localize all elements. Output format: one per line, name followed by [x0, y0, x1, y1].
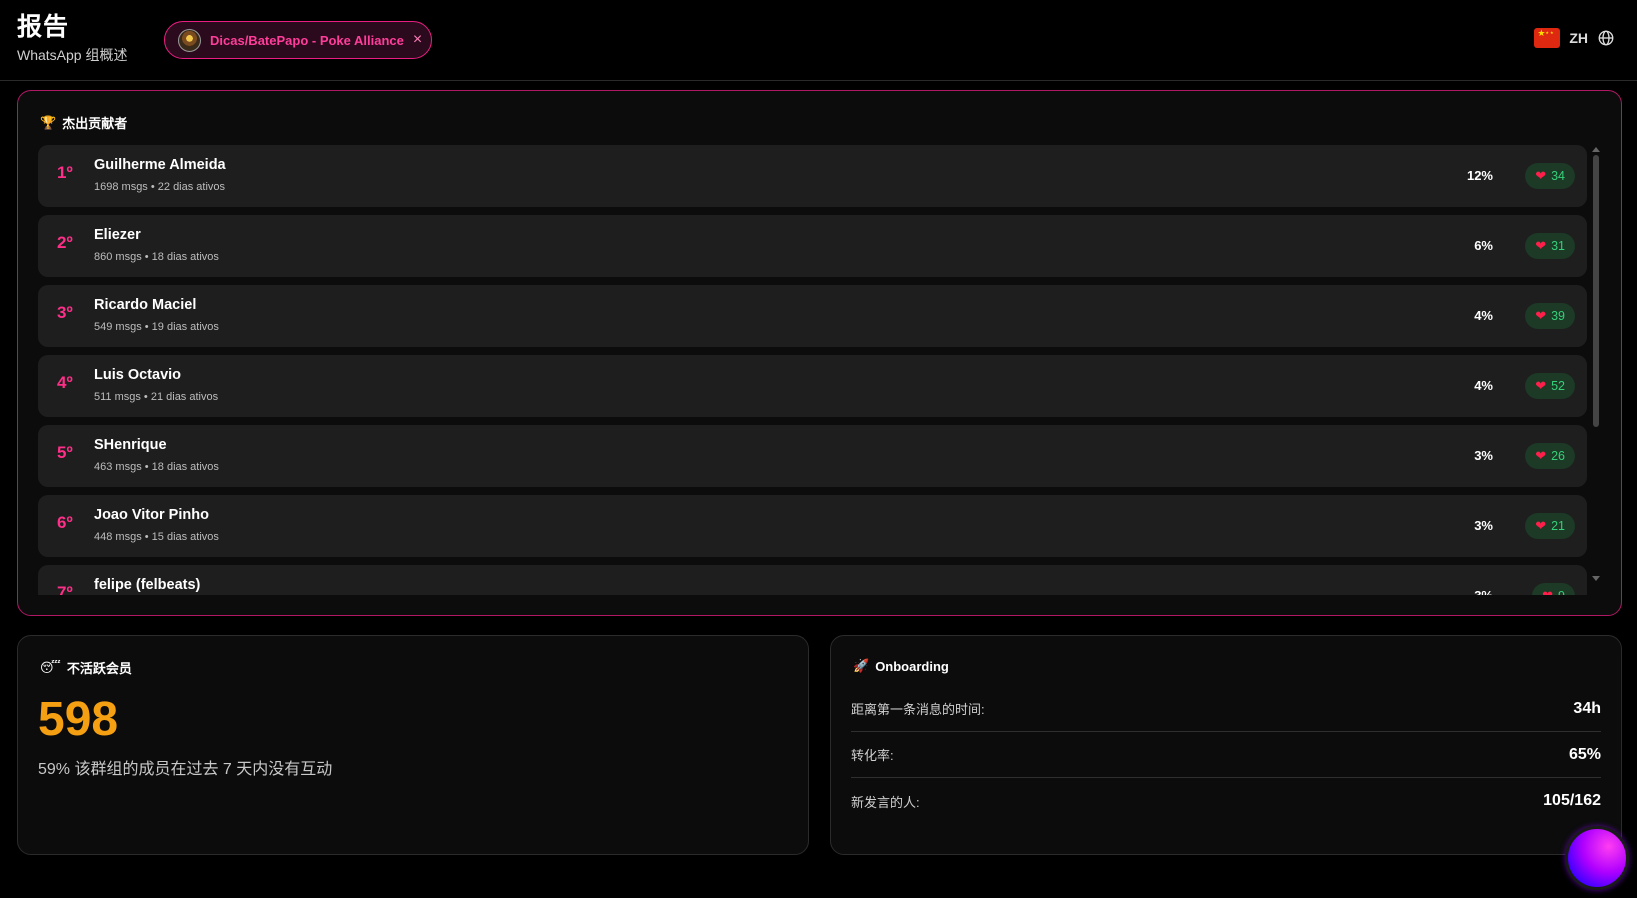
contributor-name: Joao Vitor Pinho — [94, 507, 209, 523]
contributor-name: Ricardo Maciel — [94, 297, 197, 313]
contributor-row[interactable]: 7º felipe (felbeats) 3% ❤9 — [38, 565, 1587, 595]
stat-label: 距离第一条消息的时间: — [851, 702, 985, 717]
contributor-row[interactable]: 3º Ricardo Maciel 549 msgs • 19 dias ati… — [38, 285, 1587, 347]
likes-count: 26 — [1551, 449, 1565, 463]
contributor-row[interactable]: 6º Joao Vitor Pinho 448 msgs • 15 dias a… — [38, 495, 1587, 557]
page-subtitle: WhatsApp 组概述 — [17, 47, 128, 63]
title-block: 报告 WhatsApp 组概述 — [17, 12, 127, 65]
likes-badge: ❤ 39 — [1525, 303, 1575, 329]
likes-badge: ❤ 52 — [1525, 373, 1575, 399]
likes-count: 34 — [1551, 169, 1565, 183]
group-filter-chip[interactable]: Dicas/BatePapo - Poke Alliance × — [164, 21, 432, 59]
contributor-rank: 1º — [57, 163, 73, 182]
stat-label: 新发言的人: — [851, 794, 920, 810]
group-avatar — [178, 28, 201, 52]
contributor-meta: 860 msgs • 18 dias ativos — [94, 251, 219, 263]
trophy-icon: 🏆 — [40, 114, 57, 130]
contributor-meta: 1698 msgs • 22 dias ativos — [94, 181, 226, 193]
likes-badge: ❤ 21 — [1525, 513, 1575, 539]
contributor-name: Luis Octavio — [94, 367, 182, 383]
contributor-percentage: 6% — [1474, 238, 1493, 253]
heart-icon: ❤ — [1535, 378, 1547, 393]
likes-count: 9 — [1558, 589, 1565, 595]
stat-value: 105/162 — [1543, 792, 1601, 809]
heart-icon: ❤ — [1535, 448, 1547, 463]
contributor-row[interactable]: 4º Luis Octavio 511 msgs • 21 dias ativo… — [38, 355, 1587, 417]
likes-badge: ❤ 31 — [1525, 233, 1575, 259]
contributor-name: SHenrique — [94, 437, 167, 453]
contributors-scrollbar[interactable] — [1592, 147, 1600, 581]
contributor-rank: 7º — [57, 583, 73, 595]
globe-icon[interactable] — [1597, 29, 1615, 47]
likes-count: 39 — [1551, 309, 1565, 323]
contributor-rank: 2º — [57, 233, 73, 252]
contributors-title-text: 杰出贡献者 — [62, 116, 128, 131]
contributor-rank: 6º — [57, 513, 73, 532]
contributors-list[interactable]: 1º Guilherme Almeida 1698 msgs • 22 dias… — [38, 145, 1605, 595]
heart-icon: ❤ — [1535, 238, 1547, 253]
contributor-meta: 448 msgs • 15 dias ativos — [94, 531, 219, 543]
scroll-down-arrow-icon[interactable] — [1592, 576, 1600, 581]
heart-icon: ❤ — [1535, 518, 1547, 533]
onboarding-title: 🚀 Onboarding — [853, 658, 949, 674]
contributor-percentage: 4% — [1474, 378, 1493, 393]
page-title: 报告 — [17, 13, 70, 41]
scroll-up-arrow-icon[interactable] — [1592, 147, 1600, 152]
sleeping-face-icon: 😴 — [40, 659, 61, 675]
inactive-members-card: 😴 不活跃会员 598 59% 该群组的成员在过去 7 天内没有互动 — [17, 635, 809, 855]
stat-value: 65% — [1568, 745, 1601, 763]
contributors-title: 🏆 杰出贡献者 — [40, 113, 127, 132]
assistant-orb-button[interactable] — [1565, 826, 1629, 890]
likes-count: 21 — [1551, 519, 1565, 533]
heart-icon: ❤ — [1535, 168, 1547, 183]
contributor-percentage: 12% — [1466, 168, 1493, 183]
likes-badge: ❤ 26 — [1525, 443, 1575, 469]
language-code[interactable]: ZH — [1569, 30, 1588, 46]
inactive-title-text: 不活跃会员 — [66, 661, 132, 676]
onboarding-title-text: Onboarding — [875, 658, 949, 674]
contributor-percentage: 4% — [1474, 308, 1493, 323]
contributor-name: Guilherme Almeida — [94, 157, 226, 173]
contributor-row[interactable]: 5º SHenrique 463 msgs • 18 dias ativos 3… — [38, 425, 1587, 487]
group-chip-label: Dicas/BatePapo - Poke Alliance — [210, 32, 404, 48]
heart-icon: ❤ — [1542, 588, 1553, 595]
contributor-rank: 5º — [57, 443, 73, 462]
stat-value: 34h — [1573, 699, 1601, 717]
stat-label: 转化率: — [851, 748, 894, 763]
contributor-rank: 3º — [57, 303, 73, 322]
contributor-row[interactable]: 2º Eliezer 860 msgs • 18 dias ativos 6% … — [38, 215, 1587, 277]
rocket-icon: 🚀 — [853, 658, 870, 673]
inactive-description: 59% 该群组的成员在过去 7 天内没有互动 — [38, 761, 333, 778]
contributor-percentage: 3% — [1474, 588, 1493, 595]
contributor-meta: 463 msgs • 18 dias ativos — [94, 461, 219, 473]
contributor-row[interactable]: 1º Guilherme Almeida 1698 msgs • 22 dias… — [38, 145, 1587, 207]
language-selector[interactable]: ZH — [1534, 28, 1615, 48]
onboarding-stat-row: 转化率: 65% — [851, 732, 1601, 778]
contributor-meta: 511 msgs • 21 dias ativos — [94, 391, 219, 403]
contributor-rank: 4º — [57, 373, 73, 392]
china-flag-icon — [1534, 28, 1561, 48]
contributor-name: felipe (felbeats) — [94, 577, 201, 593]
likes-count: 31 — [1551, 239, 1565, 253]
contributor-percentage: 3% — [1474, 448, 1493, 463]
onboarding-stat-row: 距离第一条消息的时间: 34h — [851, 686, 1601, 732]
contributor-name: Eliezer — [94, 227, 141, 243]
scroll-thumb[interactable] — [1593, 155, 1599, 427]
likes-badge: ❤9 — [1532, 583, 1575, 595]
contributor-meta: 549 msgs • 19 dias ativos — [94, 321, 219, 333]
top-contributors-panel: 🏆 杰出贡献者 1º Guilherme Almeida 1698 msgs •… — [17, 90, 1622, 616]
close-icon[interactable]: × — [413, 32, 422, 48]
contributor-percentage: 3% — [1474, 518, 1493, 533]
likes-count: 52 — [1551, 379, 1565, 393]
likes-badge: ❤ 34 — [1525, 163, 1575, 189]
page-header: 报告 WhatsApp 组概述 Dicas/BatePapo - Poke Al… — [0, 0, 1637, 81]
onboarding-stat-row: 新发言的人: 105/162 — [851, 778, 1601, 824]
heart-icon: ❤ — [1535, 308, 1547, 323]
onboarding-card: 🚀 Onboarding 距离第一条消息的时间: 34h 转化率: 65% 新发… — [830, 635, 1622, 855]
inactive-title: 😴 不活跃会员 — [40, 658, 132, 677]
inactive-count: 598 — [38, 693, 119, 746]
